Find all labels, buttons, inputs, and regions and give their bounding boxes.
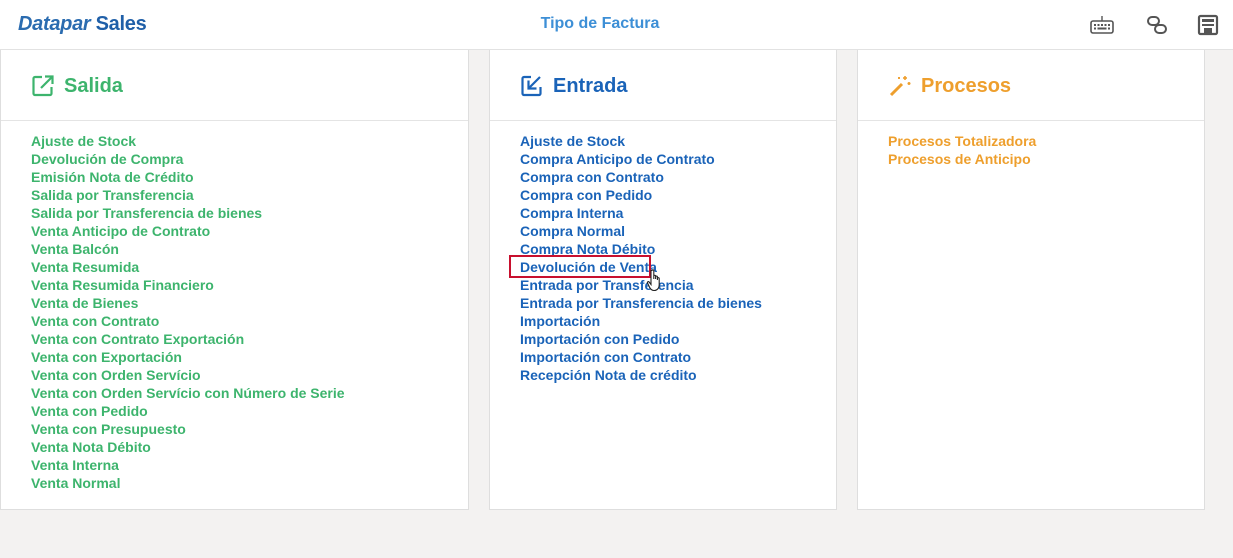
- page-title: Tipo de Factura: [540, 15, 660, 32]
- salida-item[interactable]: Venta con Exportación: [31, 348, 345, 366]
- salida-item[interactable]: Devolución de Compra: [31, 150, 345, 168]
- salida-item[interactable]: Salida por Transferencia: [31, 186, 345, 204]
- entrada-item[interactable]: Compra Anticipo de Contrato: [520, 150, 762, 168]
- switch-icon[interactable]: [1144, 12, 1170, 38]
- procesos-title: Procesos: [921, 75, 1012, 97]
- entrada-header: Entrada: [490, 50, 836, 121]
- salida-item[interactable]: Venta con Contrato: [31, 312, 345, 330]
- magic-wand-icon: [889, 76, 911, 97]
- salida-item[interactable]: Salida por Transferencia de bienes: [31, 204, 345, 222]
- salida-list: Ajuste de Stock Devolución de Compra Emi…: [31, 132, 345, 492]
- procesos-item[interactable]: Procesos Totalizadora: [888, 132, 1036, 150]
- entrada-item[interactable]: Ajuste de Stock: [520, 132, 762, 150]
- salida-item[interactable]: Venta Resumida: [31, 258, 345, 276]
- entrada-item[interactable]: Compra con Pedido: [520, 186, 762, 204]
- entrada-item[interactable]: Compra Nota Débito: [520, 240, 762, 258]
- entrada-list: Ajuste de Stock Compra Anticipo de Contr…: [520, 132, 762, 384]
- procesos-header: Procesos: [858, 50, 1204, 121]
- salida-panel: Salida Ajuste de Stock Devolución de Com…: [0, 50, 469, 510]
- salida-item[interactable]: Venta Nota Débito: [31, 438, 345, 456]
- salida-item[interactable]: Venta con Presupuesto: [31, 420, 345, 438]
- import-arrow-icon: [521, 75, 542, 97]
- entrada-title: Entrada: [553, 75, 628, 97]
- entrada-item[interactable]: Compra con Contrato: [520, 168, 762, 186]
- salida-item[interactable]: Venta con Orden Servício: [31, 366, 345, 384]
- salida-item[interactable]: Venta Balcón: [31, 240, 345, 258]
- salida-header: Salida: [1, 50, 468, 121]
- procesos-panel: Procesos Procesos Totalizadora Procesos …: [857, 50, 1205, 510]
- salida-item[interactable]: Venta de Bienes: [31, 294, 345, 312]
- save-icon[interactable]: [1195, 12, 1221, 38]
- entrada-item[interactable]: Importación con Pedido: [520, 330, 762, 348]
- entrada-item[interactable]: Compra Interna: [520, 204, 762, 222]
- entrada-item[interactable]: Importación con Contrato: [520, 348, 762, 366]
- entrada-item[interactable]: Entrada por Transferencia: [520, 276, 762, 294]
- salida-item[interactable]: Venta Interna: [31, 456, 345, 474]
- entrada-item-selected[interactable]: Devolución de Venta: [520, 258, 762, 276]
- salida-item[interactable]: Venta Normal: [31, 474, 345, 492]
- salida-item[interactable]: Venta con Pedido: [31, 402, 345, 420]
- hand-cursor-icon: [646, 269, 660, 292]
- top-bar: Datapar Sales Tipo de Factura: [0, 0, 1233, 50]
- entrada-item[interactable]: Compra Normal: [520, 222, 762, 240]
- salida-item[interactable]: Venta con Contrato Exportación: [31, 330, 345, 348]
- salida-item[interactable]: Venta Anticipo de Contrato: [31, 222, 345, 240]
- entrada-item[interactable]: Importación: [520, 312, 762, 330]
- salida-item[interactable]: Venta con Orden Servício con Número de S…: [31, 384, 345, 402]
- entrada-item[interactable]: Recepción Nota de crédito: [520, 366, 762, 384]
- keyboard-icon[interactable]: [1089, 12, 1115, 38]
- salida-item[interactable]: Venta Resumida Financiero: [31, 276, 345, 294]
- procesos-item[interactable]: Procesos de Anticipo: [888, 150, 1036, 168]
- procesos-list: Procesos Totalizadora Procesos de Antici…: [888, 132, 1036, 168]
- entrada-item[interactable]: Entrada por Transferencia de bienes: [520, 294, 762, 312]
- salida-item[interactable]: Emisión Nota de Crédito: [31, 168, 345, 186]
- salida-title: Salida: [64, 75, 123, 97]
- external-link-icon: [32, 75, 54, 97]
- salida-item[interactable]: Ajuste de Stock: [31, 132, 345, 150]
